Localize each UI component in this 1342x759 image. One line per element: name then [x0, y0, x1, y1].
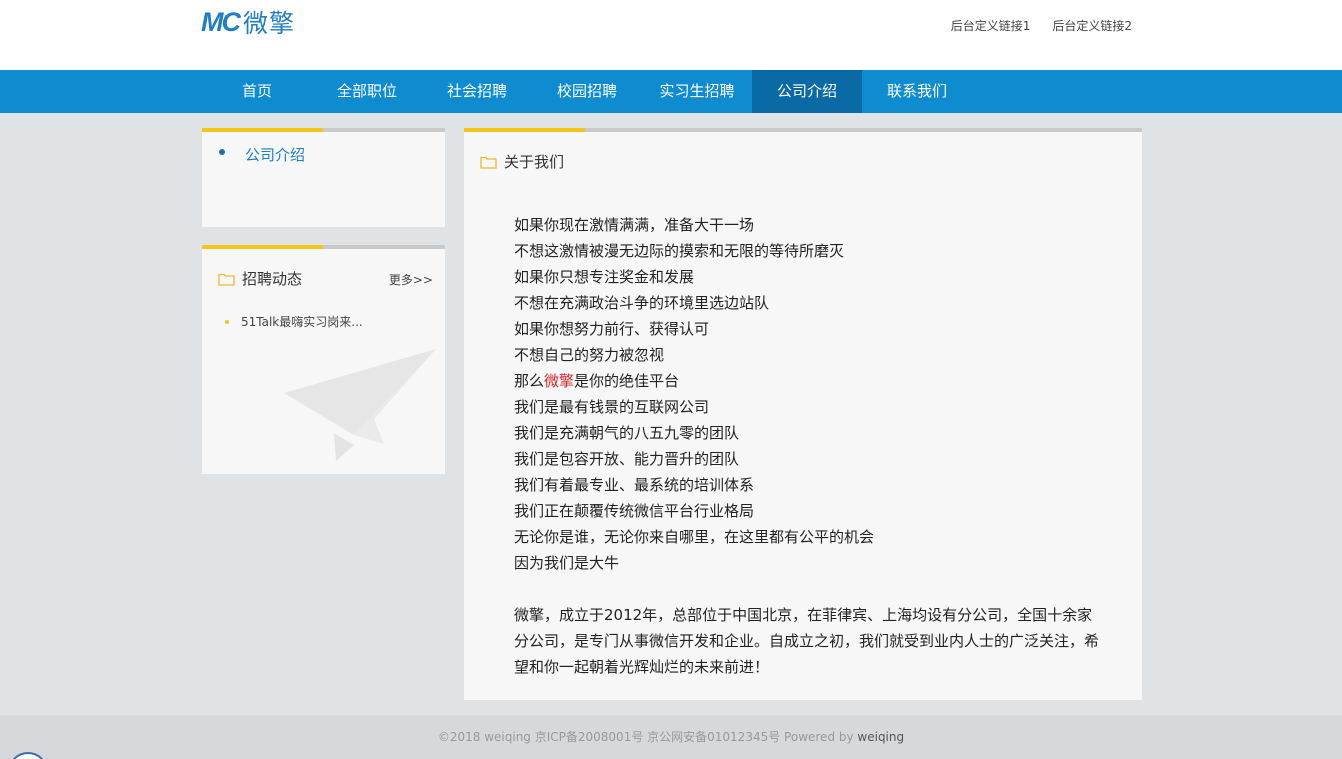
bullet-dot: [219, 148, 225, 155]
folder-icon: [480, 155, 497, 169]
box-topbar: [464, 128, 1142, 132]
text-line: 如果你只想专注奖金和发展: [514, 268, 695, 286]
text-line: 我们是包容开放、能力晋升的团队: [514, 450, 740, 468]
news-title: 招聘动态: [242, 270, 303, 288]
list-item[interactable]: 51Talk最嗨实习岗来...: [225, 313, 363, 330]
folder-icon: [218, 272, 235, 286]
text-line: 无论你是谁，无论你来自哪里，在这里都有公平的机会: [514, 528, 875, 546]
logo-text: 微擎: [243, 9, 296, 38]
news-heading: 招聘动态: [218, 268, 302, 289]
top-link-1[interactable]: 后台定义链接1: [951, 17, 1031, 34]
text-line: 不想自己的努力被忽视: [514, 346, 665, 364]
text-line: 我们有着最专业、最系统的培训体系: [514, 476, 755, 494]
text-line: 我们是最有钱景的互联网公司: [514, 398, 710, 416]
page-title-row: 关于我们: [480, 151, 564, 172]
main-content: 关于我们 如果你现在激情满满，准备大干一场 不想这激情被漫无边际的摸索和无限的等…: [464, 128, 1142, 700]
nav-item-contact[interactable]: 联系我们: [862, 70, 972, 113]
box-topbar: [202, 245, 445, 249]
more-link[interactable]: 更多>>: [389, 271, 433, 288]
text-line: 如果你现在激情满满，准备大干一场: [514, 216, 755, 234]
brand-name: 微擎: [544, 372, 575, 390]
site-footer: ©2018 weiqing 京ICP备2008001号 京公网安备0101234…: [0, 715, 1342, 759]
top-link-2[interactable]: 后台定义链接2: [1052, 17, 1132, 34]
company-paragraph: 微擎，成立于2012年，总部位于中国北京，在菲律宾、上海均设有分公司，全国十余家…: [514, 606, 1100, 676]
text-line: 因为我们是大牛: [514, 554, 620, 572]
text-line: 我们正在颠覆传统微信平台行业格局: [514, 502, 755, 520]
logo-mark: MC: [201, 6, 241, 37]
text-line: 我们是充满朝气的八五九零的团队: [514, 424, 740, 442]
text-line: 那么微擎是你的绝佳平台: [514, 368, 1104, 394]
sidebar-menu: 公司介绍: [202, 128, 445, 227]
text-fragment: 那么: [514, 372, 545, 390]
sidebar-item-label: 公司介绍: [245, 146, 306, 164]
text-line: 如果你想努力前行、获得认可: [514, 320, 710, 338]
text-fragment: 是你的绝佳平台: [574, 372, 680, 390]
sidebar-item-company-intro[interactable]: 公司介绍: [219, 144, 305, 165]
bullet-dot: [225, 319, 229, 324]
footer-copyright: ©2018 weiqing 京ICP备2008001号 京公网安备0101234…: [437, 730, 858, 744]
main-nav: 首页 全部职位 社会招聘 校园招聘 实习生招聘 公司介绍 联系我们: [0, 70, 1342, 113]
footer-powered[interactable]: weiqing: [857, 730, 904, 744]
box-topbar: [202, 128, 445, 132]
about-text: 如果你现在激情满满，准备大干一场 不想这激情被漫无边际的摸索和无限的等待所磨灭 …: [514, 212, 1104, 680]
nav-item-social-recruit[interactable]: 社会招聘: [422, 70, 532, 113]
news-item-label: 51Talk最嗨实习岗来...: [241, 315, 363, 329]
nav-item-intern-recruit[interactable]: 实习生招聘: [642, 70, 752, 113]
nav-item-company-intro[interactable]: 公司介绍: [752, 70, 862, 113]
sidebar-news: 招聘动态 更多>> 51Talk最嗨实习岗来...: [202, 245, 445, 474]
nav-item-campus-recruit[interactable]: 校园招聘: [532, 70, 642, 113]
paper-plane-icon: [284, 349, 436, 465]
site-header: MC 微擎 后台定义链接1 后台定义链接2: [0, 0, 1342, 70]
text-line: 不想在充满政治斗争的环境里选边站队: [514, 294, 770, 312]
nav-item-home[interactable]: 首页: [202, 70, 312, 113]
page-title: 关于我们: [504, 153, 565, 171]
text-line: 不想这激情被漫无边际的摸索和无限的等待所磨灭: [514, 242, 845, 260]
top-links: 后台定义链接1 后台定义链接2: [951, 17, 1132, 34]
logo[interactable]: MC 微擎: [201, 6, 296, 39]
nav-item-all-jobs[interactable]: 全部职位: [312, 70, 422, 113]
